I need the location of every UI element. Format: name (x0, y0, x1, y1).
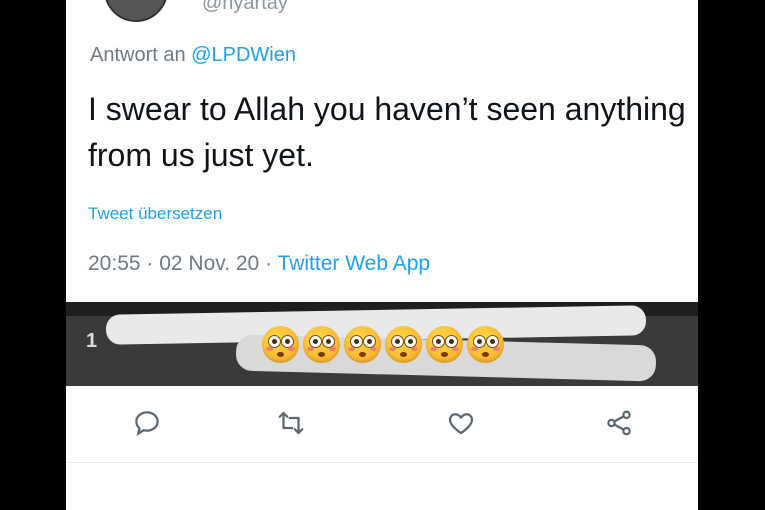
flushed-face-emoji (426, 326, 463, 363)
divider (66, 462, 698, 463)
reply-prefix: Antwort an (90, 44, 192, 66)
reply-to-line: Antwort an @LPDWien (90, 44, 296, 67)
tweet-time[interactable]: 20:55 (88, 252, 141, 275)
user-handle[interactable]: @nyartay (202, 0, 288, 15)
meta-separator: · (259, 252, 278, 275)
reply-mention-link[interactable]: @LPDWien (191, 44, 296, 66)
translate-tweet-link[interactable]: Tweet übersetzen (88, 204, 222, 224)
reply-icon (135, 411, 159, 437)
tweet-card: @nyartay Antwort an @LPDWien I swear to … (66, 0, 698, 510)
tweet-text: I swear to Allah you haven’t seen anythi… (88, 91, 686, 173)
tweet-actions (66, 400, 698, 448)
flushed-face-emoji (262, 326, 299, 363)
tweet-source-link[interactable]: Twitter Web App (278, 252, 431, 275)
retweet-icon (278, 411, 304, 435)
flushed-face-emoji (303, 326, 340, 363)
meta-separator: · (140, 252, 160, 275)
flushed-face-emoji (344, 326, 381, 363)
flushed-face-emoji (467, 326, 504, 363)
tweet-meta: 20:55 · 02 Nov. 20 · Twitter Web App (88, 252, 430, 276)
like-button[interactable] (444, 406, 478, 440)
tweet-date[interactable]: 02 Nov. 20 (159, 252, 259, 275)
emoji-row (262, 326, 504, 363)
retweet-button[interactable] (274, 406, 308, 440)
reply-button[interactable] (130, 406, 164, 440)
avatar[interactable] (104, 0, 168, 22)
like-icon (448, 413, 474, 435)
overlay-digit: 1 (86, 330, 98, 352)
share-icon (607, 410, 631, 436)
flushed-face-emoji (385, 326, 422, 363)
share-button[interactable] (602, 406, 636, 440)
